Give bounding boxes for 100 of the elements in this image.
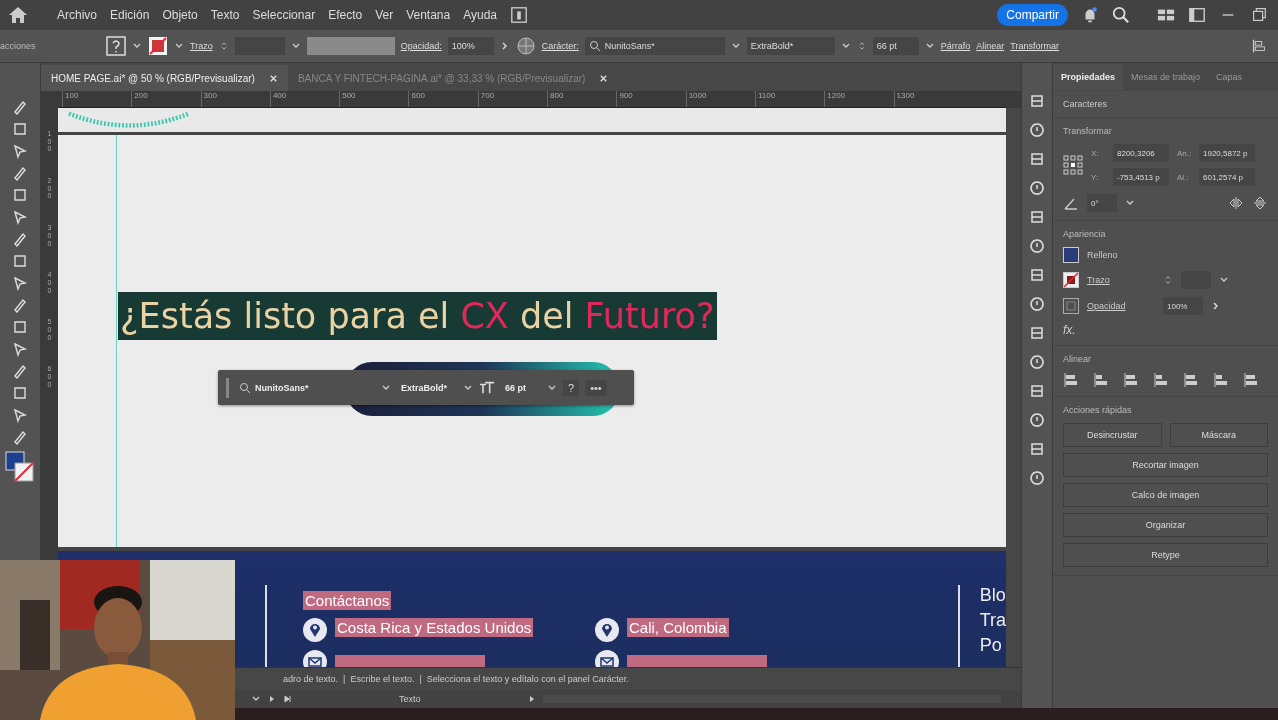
tool-icon[interactable] — [12, 407, 28, 423]
tool-icon[interactable] — [12, 363, 28, 379]
tool-icon[interactable] — [12, 165, 28, 181]
align-icon[interactable] — [1093, 372, 1109, 388]
tool-icon[interactable] — [12, 143, 28, 159]
stroke-label[interactable]: Trazo — [1087, 275, 1155, 285]
panel-icon[interactable] — [1029, 412, 1045, 428]
flip-horizontal-icon[interactable] — [1228, 195, 1244, 211]
menu-item[interactable]: Archivo — [57, 8, 97, 22]
opacity-label[interactable]: Opacidad — [1087, 301, 1155, 311]
menu-item[interactable]: Texto — [210, 8, 240, 22]
panel-icon[interactable] — [1029, 267, 1045, 283]
help-button[interactable]: ? — [563, 379, 580, 396]
stroke-label[interactable]: Trazo — [190, 41, 213, 51]
tool-icon[interactable] — [12, 341, 28, 357]
vertical-scrollbar[interactable] — [1006, 108, 1021, 667]
font-field[interactable]: NunitoSans* — [235, 376, 375, 399]
panel-icon[interactable] — [1029, 383, 1045, 399]
fill-stroke-swatches-icon[interactable] — [5, 451, 35, 485]
headline-text[interactable]: ¿Estás listo para el CX del Futuro? — [118, 292, 717, 340]
close-icon[interactable] — [268, 73, 278, 83]
font-size-field[interactable]: 66 pt — [501, 376, 541, 399]
panel-icon[interactable] — [1029, 441, 1045, 457]
panel-link[interactable]: Párrafo — [940, 41, 971, 51]
tool-icon[interactable] — [12, 275, 28, 291]
font-style-field[interactable]: ExtraBold* — [397, 376, 457, 399]
opacity-label[interactable]: Opacidad: — [400, 41, 442, 51]
no-stroke-icon[interactable] — [1063, 272, 1079, 288]
quick-action-button[interactable]: Desincrustar — [1063, 423, 1162, 447]
tool-icon[interactable] — [12, 187, 28, 203]
tool-icon[interactable] — [12, 319, 28, 335]
quick-action-button[interactable]: Recortar imagen — [1063, 453, 1268, 477]
panel-icon[interactable] — [1029, 325, 1045, 341]
panel-icon[interactable] — [1029, 180, 1045, 196]
panel-link[interactable]: Alinear — [976, 41, 1005, 51]
align-icon[interactable] — [1243, 372, 1259, 388]
panel-icon[interactable] — [1029, 151, 1045, 167]
menu-item[interactable]: Edición — [110, 8, 150, 22]
tool-icon[interactable] — [12, 121, 28, 137]
menu-item[interactable]: Ventana — [406, 8, 451, 22]
menu-item[interactable]: Seleccionar — [252, 8, 316, 22]
panel-layout-icon[interactable] — [1188, 6, 1206, 24]
quick-action-button[interactable]: Retype — [1063, 543, 1268, 567]
font-field[interactable]: NunitoSans* — [584, 37, 725, 55]
menu-item[interactable]: Objeto — [162, 8, 198, 22]
workspace-icon[interactable] — [510, 6, 529, 24]
panel-icon[interactable] — [1029, 470, 1045, 486]
tool-icon[interactable] — [12, 253, 28, 269]
transform-field[interactable]: 601,2574 p — [1199, 168, 1255, 186]
align-icon[interactable] — [1183, 372, 1199, 388]
unknown-fill-icon[interactable] — [106, 36, 126, 56]
document-tab[interactable]: HOME PAGE.ai* @ 50 % (RGB/Previsualizar) — [41, 65, 288, 91]
location-text[interactable]: Costa Rica y Estados Unidos — [335, 618, 534, 637]
search-icon[interactable] — [1112, 6, 1130, 24]
stroke-profile-field[interactable] — [306, 37, 395, 55]
footer-link[interactable]: Blo — [979, 585, 1006, 606]
no-stroke-icon[interactable] — [148, 36, 168, 56]
font-size-field[interactable]: 66 pt — [872, 37, 919, 55]
restore-icon[interactable] — [1250, 6, 1268, 24]
quick-action-button[interactable]: Organizar — [1063, 513, 1268, 537]
opacity-field[interactable]: 100% — [1163, 297, 1203, 315]
menu-item[interactable]: Ayuda — [463, 8, 498, 22]
quick-action-button[interactable]: Calco de imagen — [1063, 483, 1268, 507]
angle-field[interactable]: 0° — [1087, 194, 1117, 212]
character-label[interactable]: Carácter: — [541, 41, 579, 51]
tool-icon[interactable] — [12, 231, 28, 247]
opacity-field[interactable]: 100% — [447, 37, 494, 55]
align-icon[interactable] — [1063, 372, 1079, 388]
fill-swatch-icon[interactable] — [1063, 247, 1079, 263]
align-icon[interactable] — [1153, 372, 1169, 388]
footer-heading[interactable]: Contáctanos — [303, 591, 392, 610]
stepper-icon[interactable] — [1163, 275, 1173, 285]
more-button[interactable]: ••• — [585, 379, 607, 396]
tool-icon[interactable] — [12, 385, 28, 401]
close-icon[interactable] — [599, 73, 609, 83]
reference-point-icon[interactable] — [1063, 155, 1083, 175]
globe-icon[interactable] — [515, 36, 536, 56]
menu-item[interactable]: Efecto — [328, 8, 363, 22]
align-icon[interactable] — [1123, 372, 1139, 388]
skip-end-icon[interactable] — [283, 694, 293, 704]
tool-icon[interactable] — [12, 297, 28, 313]
quick-action-button[interactable]: Máscara — [1169, 423, 1268, 447]
align-icon[interactable] — [1213, 372, 1229, 388]
align-panel-icon[interactable] — [1250, 37, 1268, 55]
menu-item[interactable]: Ver — [375, 8, 394, 22]
font-style-field[interactable]: ExtraBold* — [746, 37, 835, 55]
transform-field[interactable]: 8200,3206 — [1113, 144, 1169, 162]
footer-link[interactable]: Tra — [979, 610, 1006, 631]
panel-tab[interactable]: Propiedades — [1053, 64, 1124, 90]
footer-link[interactable]: Po — [979, 635, 1006, 656]
effects-button[interactable]: fx. — [1063, 323, 1268, 337]
panel-icon[interactable] — [1029, 209, 1045, 225]
panel-icon[interactable] — [1029, 93, 1045, 109]
share-button[interactable]: Compartir — [997, 4, 1068, 26]
panel-icon[interactable] — [1029, 238, 1045, 254]
location-text[interactable]: Cali, Colombia — [627, 618, 729, 637]
panel-icon[interactable] — [1029, 296, 1045, 312]
transform-field[interactable]: -753,4513 p — [1113, 168, 1169, 186]
transform-field[interactable]: 1920,5872 p — [1199, 144, 1255, 162]
panel-icon[interactable] — [1029, 122, 1045, 138]
